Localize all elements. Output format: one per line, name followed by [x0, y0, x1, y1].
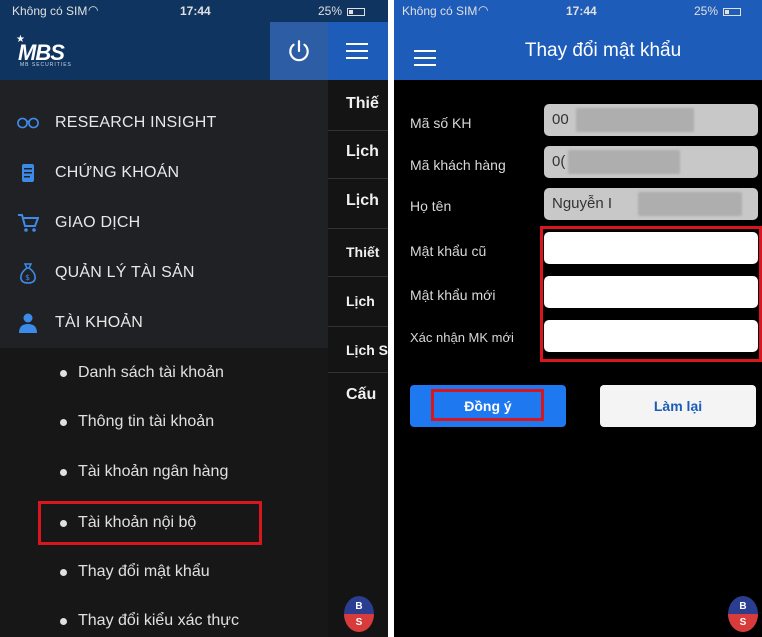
battery-level: 25% [318, 4, 343, 18]
left-phone-screen: ★ MBS MB SECURITIES RESEARCH INSIGHT CHỨ… [0, 0, 388, 637]
menu-item-chung-khoan[interactable]: CHỨNG KHOÁN [0, 148, 328, 198]
bullet-icon [60, 468, 67, 476]
menu-label: RESEARCH INSIGHT [55, 114, 217, 131]
background-header [328, 22, 388, 80]
background-item: Lịch S [346, 342, 388, 358]
field-label-mat-khau-moi: Mật khẩu mới [410, 287, 496, 303]
menu-item-research-insight[interactable]: RESEARCH INSIGHT [0, 98, 328, 148]
app-header: Không có SIM ◠ 17:44 25% Thay đổi mật kh… [394, 0, 762, 80]
customer-code-field: 0( [544, 146, 758, 178]
page-title: Thay đổi mật khẩu [524, 40, 682, 61]
background-item: Thiế [346, 95, 379, 112]
redacted-area [576, 108, 694, 132]
background-item: Lịch [346, 143, 379, 160]
wifi-icon: ◠ [88, 3, 99, 17]
carrier-text: Không có SIM [402, 4, 478, 18]
customer-id-value: 00 [552, 111, 569, 128]
submenu-item-thay-doi-kieu-xac-thuc[interactable]: Thay đổi kiểu xác thực [60, 599, 239, 637]
drawer-header: ★ MBS MB SECURITIES [0, 22, 328, 80]
right-phone-screen: Không có SIM ◠ 17:44 25% Thay đổi mật kh… [394, 0, 762, 637]
menu-item-tai-khoan[interactable]: TÀI KHOẢN [0, 298, 328, 348]
customer-code-value: 0( [552, 153, 566, 170]
field-label-ma-so-kh: Mã số KH [410, 115, 472, 131]
submenu-label: Thông tin tài khoản [78, 413, 215, 430]
hamburger-icon[interactable] [346, 43, 368, 59]
cart-icon [17, 212, 39, 234]
buy-sell-badge[interactable]: B S [728, 596, 758, 632]
bullet-icon [60, 418, 67, 426]
mbs-logo: ★ MBS MB SECURITIES [16, 34, 98, 68]
bullet-icon [60, 568, 67, 576]
battery-text: 25% [318, 4, 366, 18]
svg-text:$: $ [25, 273, 30, 282]
menu-label: CHỨNG KHOÁN [55, 164, 180, 181]
field-label-ma-khach-hang: Mã khách hàng [410, 157, 506, 173]
glasses-icon [17, 112, 39, 134]
field-label-mat-khau-cu: Mật khẩu cũ [410, 243, 487, 259]
highlight-frame [431, 389, 544, 421]
background-item: Thiết [346, 244, 380, 260]
submenu-item-thong-tin-tai-khoan[interactable]: Thông tin tài khoản [60, 400, 214, 444]
badge-s: S [728, 614, 758, 632]
menu-item-quan-ly-tai-san[interactable]: $ QUẢN LÝ TÀI SẢN [0, 248, 328, 298]
reset-button[interactable]: Làm lại [600, 385, 756, 427]
submenu-item-danh-sach-tai-khoan[interactable]: Danh sách tài khoản [60, 351, 224, 395]
battery-icon [347, 7, 366, 16]
submenu-item-thay-doi-mat-khau[interactable]: Thay đổi mật khẩu [60, 550, 210, 594]
menu-label: GIAO DỊCH [55, 214, 141, 231]
status-bar: Không có SIM ◠ 17:44 25% [394, 0, 762, 22]
battery-text: 25% [694, 4, 742, 18]
wifi-icon: ◠ [478, 3, 489, 17]
submenu-label: Thay đổi mật khẩu [78, 563, 210, 580]
background-item: Lịch [346, 293, 375, 309]
background-item: Cấu [346, 386, 377, 403]
badge-s: S [344, 614, 374, 632]
redacted-area [638, 192, 742, 216]
status-bar: Không có SIM ◠ 17:44 25% [0, 0, 388, 22]
user-icon [17, 312, 39, 334]
side-drawer: ★ MBS MB SECURITIES RESEARCH INSIGHT CHỨ… [0, 0, 328, 637]
full-name-value: Nguyễn I [552, 195, 613, 212]
badge-b: B [355, 601, 363, 612]
full-name-field: Nguyễn I [544, 188, 758, 220]
power-icon [289, 40, 309, 62]
field-label-ho-ten: Họ tên [410, 198, 452, 214]
time-text: 17:44 [566, 4, 597, 18]
menu-label: TÀI KHOẢN [55, 314, 144, 331]
logout-button[interactable] [270, 22, 328, 80]
logo-subtext: MB SECURITIES [20, 62, 72, 68]
badge-b: B [739, 601, 747, 612]
submenu-label: Tài khoản ngân hàng [78, 463, 229, 480]
battery-icon [723, 7, 742, 16]
money-bag-icon: $ [17, 262, 39, 284]
bullet-icon [60, 369, 67, 377]
submenu-label: Thay đổi kiểu xác thực [78, 612, 240, 629]
battery-level: 25% [694, 4, 719, 18]
field-label-xac-nhan-mk-moi: Xác nhận MK mới [410, 330, 514, 345]
carrier-text: Không có SIM [12, 4, 88, 18]
document-icon [17, 162, 39, 184]
submenu-label: Danh sách tài khoản [78, 364, 224, 381]
highlight-frame [38, 501, 262, 545]
buy-sell-badge[interactable]: B S [344, 596, 374, 632]
time-text: 17:44 [180, 4, 211, 18]
menu-item-giao-dich[interactable]: GIAO DỊCH [0, 198, 328, 248]
highlight-frame [540, 226, 762, 362]
submenu-item-tai-khoan-ngan-hang[interactable]: Tài khoản ngân hàng [60, 450, 228, 494]
background-item: Lịch [346, 192, 379, 209]
menu-label: QUẢN LÝ TÀI SẢN [55, 264, 195, 281]
background-content: Thiế Lịch Lịch Thiết Lịch Lịch S Cấu B S [328, 22, 388, 637]
bullet-icon [60, 617, 67, 625]
customer-id-field: 00 [544, 104, 758, 136]
redacted-area [568, 150, 680, 174]
